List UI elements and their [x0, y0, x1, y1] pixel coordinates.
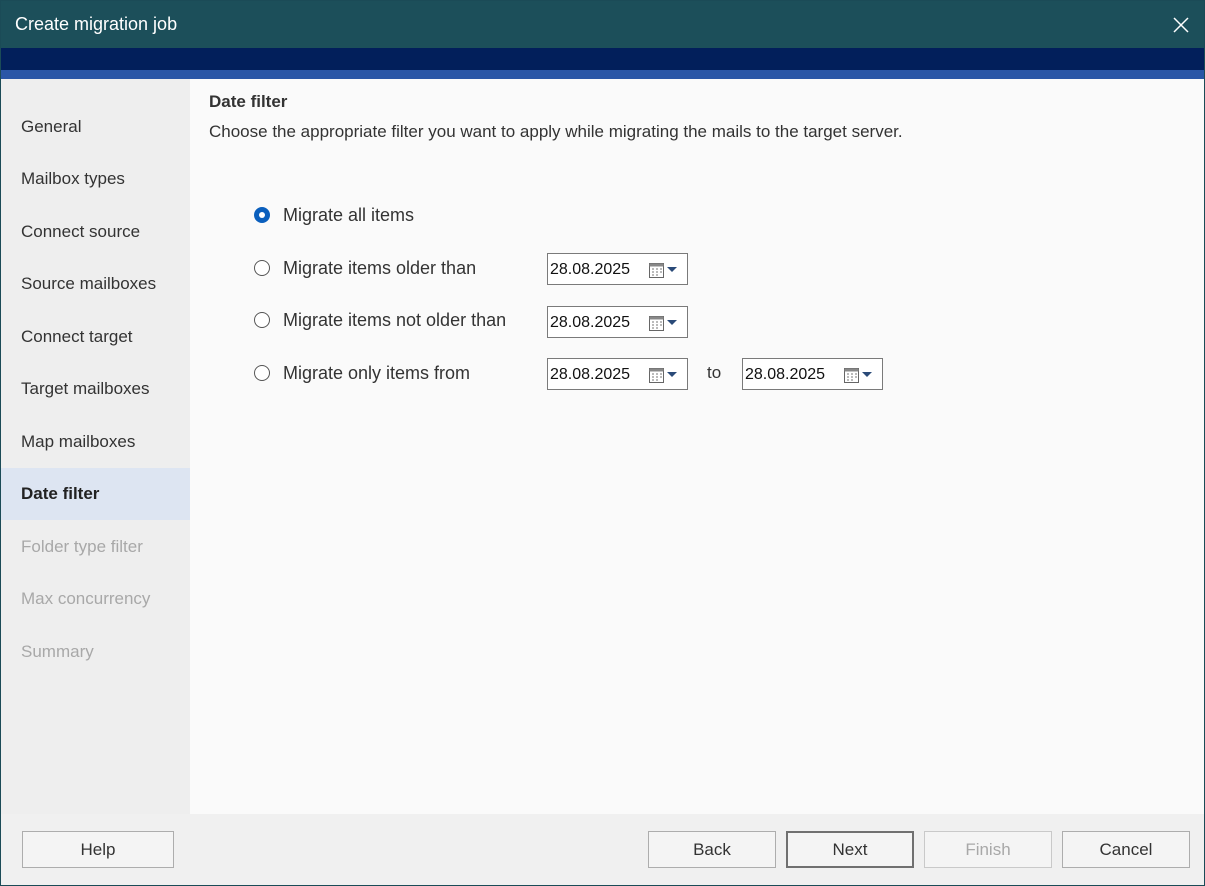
date-value: 28.08.2025: [550, 261, 631, 278]
close-icon: [1173, 16, 1189, 33]
sidebar-item-source-mailboxes[interactable]: Source mailboxes: [1, 258, 190, 310]
sidebar-item-max-concurrency: Max concurrency: [21, 589, 151, 608]
sidebar-item-mailbox-types[interactable]: Mailbox types: [1, 153, 190, 205]
dialog-footer: Help Back Next Finish Cancel: [1, 814, 1204, 885]
title-bar: Create migration job: [1, 1, 1204, 48]
page-description: Choose the appropriate filter you want t…: [209, 122, 903, 141]
header-band: [1, 48, 1204, 70]
cancel-button[interactable]: Cancel: [1062, 831, 1190, 868]
calendar-icon[interactable]: [649, 316, 664, 331]
header-accent-band: [1, 70, 1204, 79]
wizard-steps-sidebar: General Mailbox types Connect source Sou…: [1, 79, 190, 814]
from-date-picker[interactable]: 28.08.2025: [547, 358, 688, 390]
date-filter-panel: Date filter Choose the appropriate filte…: [190, 79, 1204, 814]
option-label: Migrate items older than: [283, 257, 477, 278]
chevron-down-icon[interactable]: [667, 267, 677, 272]
sidebar-item-general[interactable]: General: [1, 101, 190, 153]
option-not-older-than[interactable]: Migrate items not older than: [254, 307, 506, 333]
radio-older-than[interactable]: [254, 260, 270, 276]
calendar-icon[interactable]: [649, 368, 664, 383]
to-label: to: [707, 363, 722, 382]
radio-not-older-than[interactable]: [254, 312, 270, 328]
sidebar-item-folder-type-filter: Folder type filter: [21, 537, 143, 556]
help-button[interactable]: Help: [22, 831, 174, 868]
option-migrate-all[interactable]: Migrate all items: [254, 202, 414, 228]
back-button[interactable]: Back: [648, 831, 776, 868]
option-only-from[interactable]: Migrate only items from: [254, 360, 470, 386]
sidebar-item-date-filter[interactable]: Date filter: [1, 468, 190, 520]
dialog-window: Create migration job General Mailbox typ…: [0, 0, 1205, 886]
calendar-icon[interactable]: [844, 368, 859, 383]
sidebar-item-connect-target[interactable]: Connect target: [1, 311, 190, 363]
option-label: Migrate only items from: [283, 362, 471, 383]
date-value: 28.08.2025: [745, 366, 826, 383]
sidebar-item-map-mailboxes[interactable]: Map mailboxes: [1, 416, 190, 468]
calendar-icon[interactable]: [649, 263, 664, 278]
older-than-date-picker[interactable]: 28.08.2025: [547, 253, 688, 285]
option-label: Migrate all items: [283, 204, 415, 225]
chevron-down-icon[interactable]: [667, 372, 677, 377]
option-label: Migrate items not older than: [283, 309, 507, 330]
close-button[interactable]: [1158, 1, 1204, 48]
chevron-down-icon[interactable]: [862, 372, 872, 377]
not-older-than-date-picker[interactable]: 28.08.2025: [547, 306, 688, 338]
finish-button: Finish: [924, 831, 1052, 868]
date-value: 28.08.2025: [550, 314, 631, 331]
next-button[interactable]: Next: [786, 831, 914, 868]
radio-migrate-all[interactable]: [254, 207, 270, 223]
sidebar-item-connect-source[interactable]: Connect source: [1, 206, 190, 258]
sidebar-item-target-mailboxes[interactable]: Target mailboxes: [1, 363, 190, 415]
window-title: Create migration job: [15, 14, 178, 34]
page-title: Date filter: [209, 92, 288, 111]
chevron-down-icon[interactable]: [667, 320, 677, 325]
radio-only-from[interactable]: [254, 365, 270, 381]
option-older-than[interactable]: Migrate items older than: [254, 255, 476, 281]
sidebar-item-summary: Summary: [21, 642, 94, 661]
to-date-picker[interactable]: 28.08.2025: [742, 358, 883, 390]
date-value: 28.08.2025: [550, 366, 631, 383]
